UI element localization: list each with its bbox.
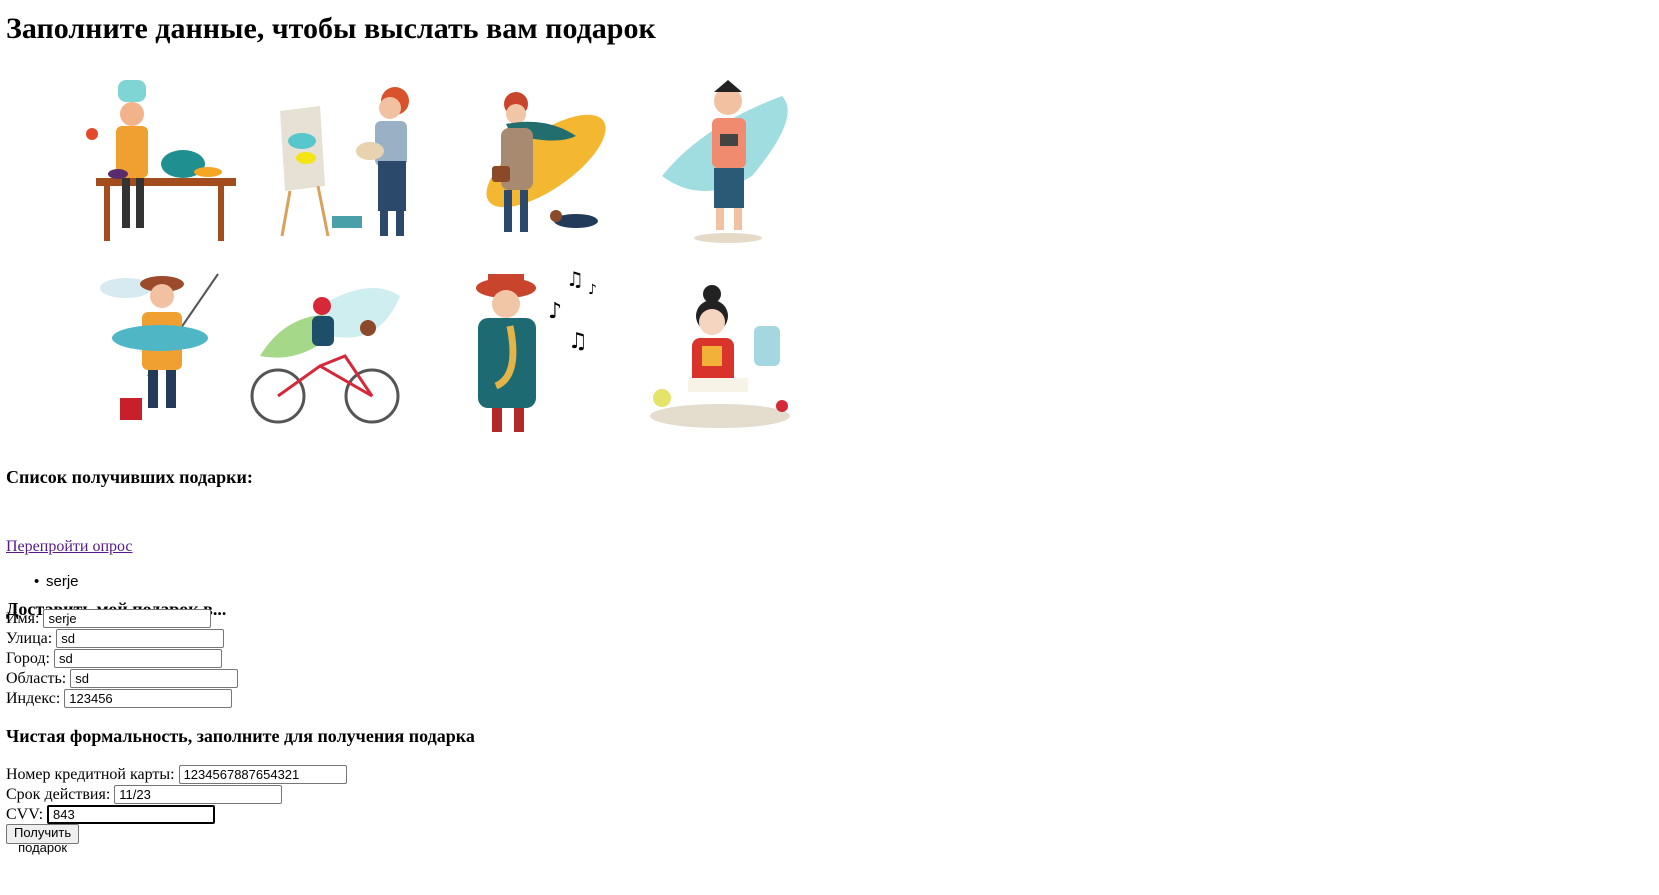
card-row: Номер кредитной карты: [6,764,347,785]
name-input[interactable] [43,609,212,628]
page-title: Заполните данные, чтобы выслать вам пода… [6,12,656,45]
svg-text:♫: ♫ [566,267,584,291]
cyclist-illustration [250,266,420,451]
index-row: Индекс: [6,688,233,709]
illustration-gallery: ♫ ♪ ♫ ♪ [78,66,878,466]
autumn-walker-illustration [456,66,626,251]
card-number-input[interactable] [178,765,347,784]
recipients-list: serje [34,573,78,590]
cvv-label: CVV: [6,806,44,823]
street-input[interactable] [56,629,225,648]
street-label: Улица: [6,630,53,647]
svg-text:♪: ♪ [548,299,562,324]
region-input[interactable] [70,669,239,688]
painter-illustration [270,66,440,251]
saxophonist-illustration: ♫ ♪ ♫ ♪ [448,266,618,451]
fisherman-illustration [78,266,248,451]
expiry-input[interactable] [114,785,283,804]
chef-illustration [78,66,248,251]
expiry-label: Срок действия: [6,786,111,803]
region-row: Область: [6,668,239,689]
retake-survey-link[interactable]: Перепройти опрос [6,538,133,556]
expiry-row: Срок действия: [6,784,283,805]
street-row: Улица: [6,628,225,649]
city-input[interactable] [53,649,222,668]
payment-heading: Чистая формальность, заполните для получ… [6,726,475,746]
get-gift-button[interactable]: Получить подарок [6,824,80,855]
cvv-input[interactable] [47,805,216,824]
photographer-illustration [642,66,812,251]
index-input[interactable] [64,689,233,708]
reader-illustration [634,266,804,451]
svg-text:♫: ♫ [568,329,588,354]
name-row: Имя: [6,608,212,629]
city-row: Город: [6,648,222,669]
name-label: Имя: [6,610,40,627]
city-label: Город: [6,650,50,667]
svg-text:♪: ♪ [588,282,597,298]
index-label: Индекс: [6,690,61,707]
recipients-heading: Список получивших подарки: [6,467,253,487]
region-label: Область: [6,670,67,687]
list-item: serje [34,573,78,590]
card-number-label: Номер кредитной карты: [6,766,175,783]
cvv-row: CVV: [6,804,216,825]
